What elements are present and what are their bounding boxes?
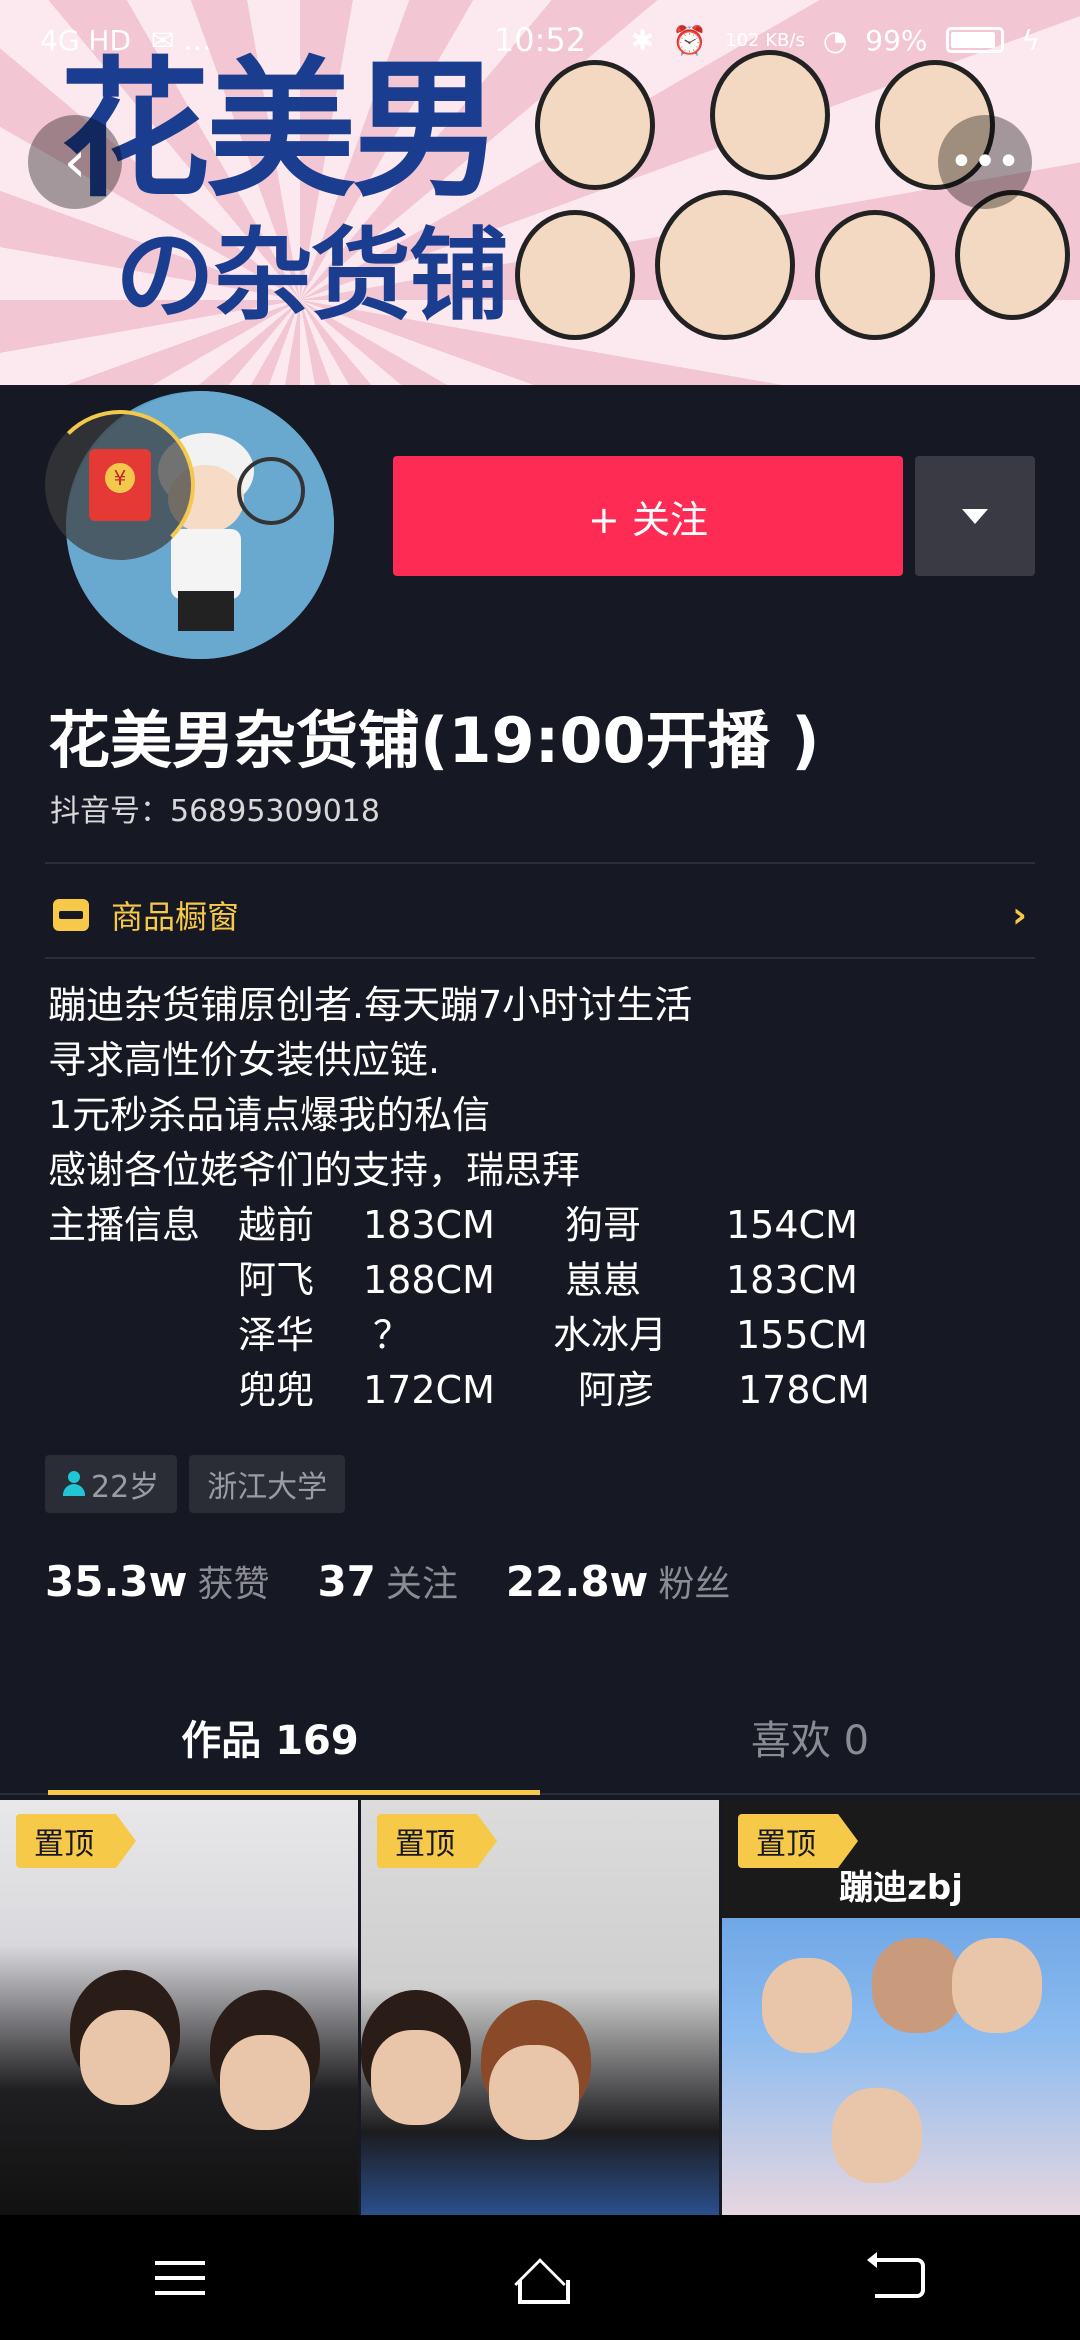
bio-line: 1元秒杀品请点爆我的私信 <box>48 1093 491 1137</box>
bio-line: 蹦迪杂货铺原创者.每天蹦7小时讨生活 <box>48 983 693 1027</box>
pinned-badge: 置顶 <box>738 1814 858 1868</box>
recommend-dropdown-button[interactable] <box>915 456 1035 576</box>
chevron-right-icon: › <box>1012 894 1027 936</box>
anchor-height: 154CM <box>726 1203 858 1247</box>
chevron-left-icon: ‹ <box>63 129 87 195</box>
anchor-height: 155CM <box>736 1313 868 1357</box>
anchor-name: 水冰月 <box>553 1313 668 1357</box>
douyin-id: 抖音号：56895309018 <box>50 794 380 829</box>
follow-button[interactable]: + 关注 <box>393 456 903 576</box>
video-thumbnail[interactable]: 蹦迪zbj 置顶 <box>722 1800 1080 2215</box>
pinned-badge: 置顶 <box>16 1814 136 1868</box>
tab-works[interactable]: 作品 169 <box>0 1680 540 1795</box>
bio-line: 寻求高性价女装供应链. <box>48 1038 441 1082</box>
person-icon <box>63 1471 85 1497</box>
anchor-info-label: 主播信息 <box>48 1203 201 1247</box>
home-icon <box>510 2258 570 2304</box>
shop-icon <box>53 899 89 931</box>
anchor-height: ？ <box>373 1313 412 1357</box>
profile-stats: 35.3w 获赞 37 关注 22.8w 粉丝 <box>45 1555 778 1607</box>
video-thumbnail[interactable]: 置顶 <box>361 1800 719 2215</box>
anchor-height: 183CM <box>726 1258 858 1302</box>
profile-tags: 22岁 浙江大学 <box>45 1455 346 1513</box>
divider <box>45 862 1035 864</box>
more-button[interactable]: ••• <box>938 115 1032 209</box>
menu-icon <box>155 2260 205 2295</box>
system-back-button[interactable] <box>850 2228 950 2328</box>
status-time: 10:52 <box>493 21 587 59</box>
battery-icon <box>945 27 1004 53</box>
content-tabs: 作品 169 喜欢 0 <box>0 1680 1080 1795</box>
anchor-height: 172CM <box>363 1368 495 1412</box>
anchor-info: 主播信息 越前 183CM 狗哥 154CM 阿飞 188CM 崽崽 183CM… <box>48 1198 948 1418</box>
age-tag: 22岁 <box>45 1455 178 1513</box>
anchor-height: 183CM <box>363 1203 495 1247</box>
anchor-row: 主播信息 越前 183CM 狗哥 154CM <box>48 1198 948 1253</box>
anchor-row: 泽华 ？ 水冰月 155CM <box>48 1308 948 1363</box>
more-icon: ••• <box>949 139 1021 185</box>
divider <box>45 957 1035 959</box>
red-packet-icon <box>89 449 151 521</box>
anchor-name: 狗哥 <box>565 1203 642 1247</box>
status-bar: 4G HD ✉ … 10:52 ✱ ⏰ 102 KB/s ◔ 99% ϟ <box>0 0 1080 80</box>
profile-bio: 蹦迪杂货铺原创者.每天蹦7小时讨生活 寻求高性价女装供应链. 1元秒杀品请点爆我… <box>48 978 692 1198</box>
school-label: 浙江大学 <box>207 1470 328 1505</box>
following-label[interactable]: 关注 <box>386 1555 458 1607</box>
anchor-row: 兜兜 172CM 阿彦 178CM <box>48 1363 948 1418</box>
anchor-height: 188CM <box>363 1258 495 1302</box>
system-nav-bar <box>0 2215 1080 2340</box>
anchor-name: 越前 <box>238 1203 315 1247</box>
menu-button[interactable] <box>130 2228 230 2328</box>
shop-window-row[interactable]: 商品橱窗 › <box>45 870 1035 960</box>
anchor-row: 阿飞 188CM 崽崽 183CM <box>48 1253 948 1308</box>
back-button[interactable]: ‹ <box>28 115 122 209</box>
likes-label: 获赞 <box>197 1564 270 1605</box>
profile-nickname: 花美男杂货铺(19:00开播 ) <box>48 704 820 777</box>
video-grid: 置顶 置顶 蹦迪zbj 置顶 <box>0 1800 1080 2215</box>
anchor-name: 兜兜 <box>238 1368 315 1412</box>
red-packet-button[interactable] <box>45 410 195 560</box>
anchor-name: 泽华 <box>238 1313 315 1357</box>
home-button[interactable] <box>490 2228 590 2328</box>
caret-down-icon <box>962 508 988 524</box>
likes-count: 35.3w <box>45 1557 188 1606</box>
fans-label[interactable]: 粉丝 <box>658 1555 730 1607</box>
video-thumbnail[interactable]: 置顶 <box>0 1800 358 2215</box>
banner-subtitle: の杂货铺 <box>115 216 509 334</box>
following-count[interactable]: 37 <box>317 1557 375 1606</box>
shop-window-label: 商品橱窗 <box>111 898 240 936</box>
anchor-name: 阿飞 <box>238 1258 315 1302</box>
fans-count[interactable]: 22.8w <box>506 1557 648 1606</box>
bio-line: 感谢各位姥爷们的支持，瑞思拜 <box>48 1148 581 1192</box>
anchor-height: 178CM <box>738 1368 870 1412</box>
tab-likes[interactable]: 喜欢 0 <box>540 1680 1080 1793</box>
video-poster <box>722 1918 1080 2215</box>
pinned-badge: 置顶 <box>377 1814 497 1868</box>
anchor-name: 阿彦 <box>578 1368 655 1412</box>
age-label: 22岁 <box>91 1470 160 1505</box>
back-icon <box>867 2251 925 2298</box>
school-tag: 浙江大学 <box>189 1455 346 1513</box>
anchor-name: 崽崽 <box>565 1258 642 1302</box>
